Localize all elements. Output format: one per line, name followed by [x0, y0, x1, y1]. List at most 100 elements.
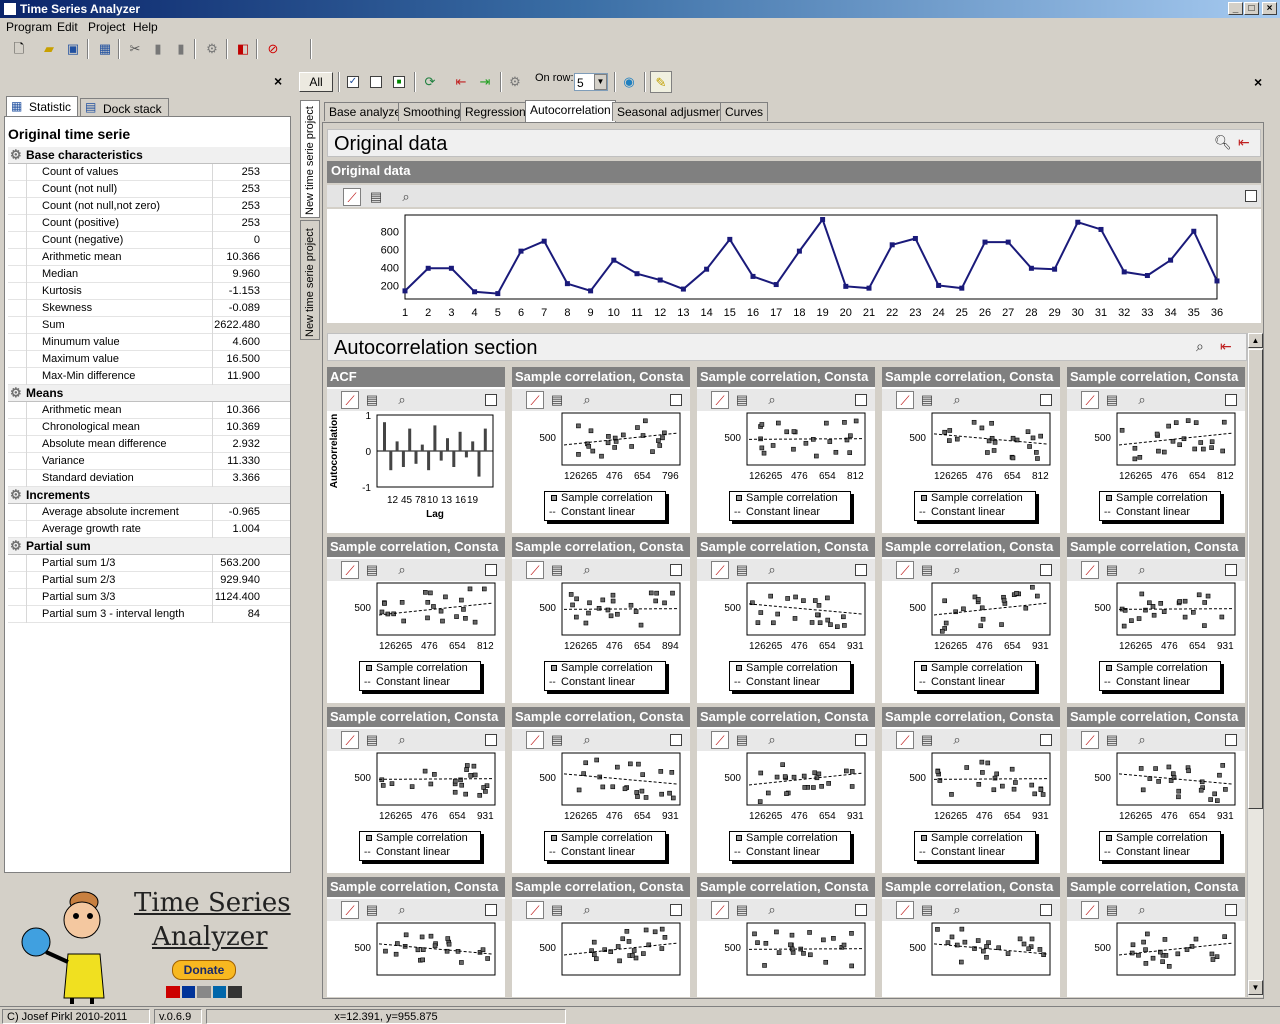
chart-view-icon[interactable]: ⟋ [343, 188, 361, 206]
cell-checkbox[interactable] [1225, 904, 1237, 916]
zoom-icon[interactable]: ⌕ [1133, 901, 1151, 919]
cell-checkbox[interactable] [485, 904, 497, 916]
zoom-icon[interactable]: ⌕ [578, 391, 596, 409]
zoom-icon[interactable]: ⌕ [763, 391, 781, 409]
tab-base-analyze[interactable]: Base analyze [324, 102, 407, 121]
zoom-icon[interactable]: ⌕ [763, 561, 781, 579]
stat-group[interactable]: ⚙ Partial sum [8, 538, 290, 555]
lightbulb-icon[interactable]: ◉ [618, 71, 640, 93]
table-view-icon[interactable]: ▤ [733, 731, 751, 749]
gear-icon[interactable]: ⚙ [201, 38, 223, 60]
chevron-down-icon[interactable]: ▼ [594, 74, 607, 90]
vertical-tab-project-2[interactable]: New time serie project [300, 220, 320, 340]
chart-view-icon[interactable]: ⟋ [341, 731, 359, 749]
tab-dock-stack[interactable]: ▤ Dock stack [80, 98, 169, 116]
chart-view-icon[interactable]: ⟋ [896, 731, 914, 749]
zoom-icon[interactable]: ⌕ [1196, 338, 1204, 355]
zoom-icon[interactable]: ⌕ [397, 188, 415, 206]
cell-checkbox[interactable] [485, 734, 497, 746]
uncheck-all-icon[interactable] [370, 76, 382, 88]
chart-view-icon[interactable]: ⟋ [711, 561, 729, 579]
table-view-icon[interactable]: ▤ [918, 561, 936, 579]
donate-button[interactable]: Donate [172, 960, 236, 980]
stat-group[interactable]: ⚙ Increments [8, 487, 290, 504]
table-view-icon[interactable]: ▤ [918, 901, 936, 919]
table-view-icon[interactable]: ▤ [363, 561, 381, 579]
cell-checkbox[interactable] [1225, 734, 1237, 746]
zoom-icon[interactable]: ⌕ [393, 391, 411, 409]
chart-view-icon[interactable]: ⟋ [1081, 731, 1099, 749]
new-file-icon[interactable]: 🗋 [8, 38, 30, 60]
table-view-icon[interactable]: ▤ [1103, 731, 1121, 749]
chart-view-icon[interactable]: ⟋ [711, 901, 729, 919]
check-all-icon[interactable]: ✓ [347, 76, 359, 88]
table-view-icon[interactable]: ▤ [918, 391, 936, 409]
chart-view-icon[interactable]: ⟋ [526, 391, 544, 409]
scrollbar-thumb[interactable] [1248, 349, 1263, 809]
zoom-icon[interactable]: ⌕ [948, 561, 966, 579]
zoom-icon[interactable]: ⌕ [763, 731, 781, 749]
pdf-icon[interactable]: ◧ [232, 38, 254, 60]
menu-help[interactable]: Help [133, 20, 158, 34]
menu-program[interactable]: Program [6, 20, 52, 34]
stop-icon[interactable]: ⊘ [262, 38, 284, 60]
zoom-icon[interactable]: ⌕ [393, 561, 411, 579]
chart-view-icon[interactable]: ⟋ [711, 731, 729, 749]
scroll-up-icon[interactable]: ▲ [1248, 333, 1263, 348]
zoom-icon[interactable]: ⌕ [1133, 391, 1151, 409]
zoom-icon[interactable]: ⌕ [578, 901, 596, 919]
zoom-icon[interactable]: ⌕ [393, 901, 411, 919]
chart-view-icon[interactable]: ⟋ [711, 391, 729, 409]
table-view-icon[interactable]: ▤ [733, 391, 751, 409]
cell-checkbox[interactable] [1225, 564, 1237, 576]
collapse-icon[interactable]: ⇤ [1238, 134, 1250, 151]
cell-checkbox[interactable] [855, 734, 867, 746]
tab-regression[interactable]: Regression [460, 102, 531, 121]
table-view-icon[interactable]: ▤ [363, 391, 381, 409]
cell-checkbox[interactable] [1225, 394, 1237, 406]
refresh-icon[interactable]: ⟳ [419, 71, 441, 93]
zoom-icon[interactable]: ⌕ [948, 391, 966, 409]
table-view-icon[interactable]: ▤ [1103, 901, 1121, 919]
cell-checkbox[interactable] [1040, 394, 1052, 406]
maximize-button[interactable]: □ [1244, 2, 1259, 15]
cell-checkbox[interactable] [1040, 904, 1052, 916]
tab-autocorrelation[interactable]: Autocorrelation [525, 100, 616, 122]
table-view-icon[interactable]: ▤ [1103, 561, 1121, 579]
cell-checkbox[interactable] [670, 904, 682, 916]
table-view-icon[interactable]: ▤ [367, 188, 385, 206]
all-button[interactable]: All [299, 72, 333, 92]
right-panel-close-icon[interactable]: × [1254, 74, 1262, 90]
cell-checkbox[interactable] [855, 564, 867, 576]
vertical-tab-project-1[interactable]: New time serie project [300, 100, 320, 218]
table-view-icon[interactable]: ▤ [733, 901, 751, 919]
table-view-icon[interactable]: ▤ [548, 731, 566, 749]
cell-checkbox[interactable] [670, 564, 682, 576]
zoom-icon[interactable]: ⌕ [1133, 731, 1151, 749]
tab-curves[interactable]: Curves [720, 102, 769, 121]
menu-project[interactable]: Project [88, 20, 125, 34]
zoom-icon[interactable]: ⌕ [578, 731, 596, 749]
close-button[interactable]: × [1262, 2, 1277, 15]
zoom-icon[interactable]: ⌕ [948, 901, 966, 919]
table-view-icon[interactable]: ▤ [548, 901, 566, 919]
chart-view-icon[interactable]: ⟋ [526, 901, 544, 919]
zoom-icon[interactable]: ⌕ [578, 561, 596, 579]
invert-check-icon[interactable]: ■ [393, 76, 405, 88]
chart-view-icon[interactable]: ⟋ [1081, 391, 1099, 409]
stat-group[interactable]: ⚙ Means [8, 385, 290, 402]
table-view-icon[interactable]: ▤ [918, 731, 936, 749]
add-rows-icon[interactable]: ⇥ [474, 71, 496, 93]
cell-checkbox[interactable] [485, 564, 497, 576]
chart-view-icon[interactable]: ⟋ [896, 561, 914, 579]
left-panel-close-icon[interactable]: × [274, 73, 282, 89]
zoom-icon[interactable]: ⌕ [1133, 561, 1151, 579]
save-icon[interactable]: ▣ [62, 38, 84, 60]
cut-icon[interactable]: ✂ [124, 38, 146, 60]
minimize-button[interactable]: _ [1228, 2, 1243, 15]
stat-group[interactable]: ⚙ Base characteristics [8, 147, 290, 164]
cell-checkbox[interactable] [855, 904, 867, 916]
tab-smoothing[interactable]: Smoothing [398, 102, 466, 121]
zoom-icon[interactable]: ⌕ [393, 731, 411, 749]
cell-checkbox[interactable] [670, 734, 682, 746]
